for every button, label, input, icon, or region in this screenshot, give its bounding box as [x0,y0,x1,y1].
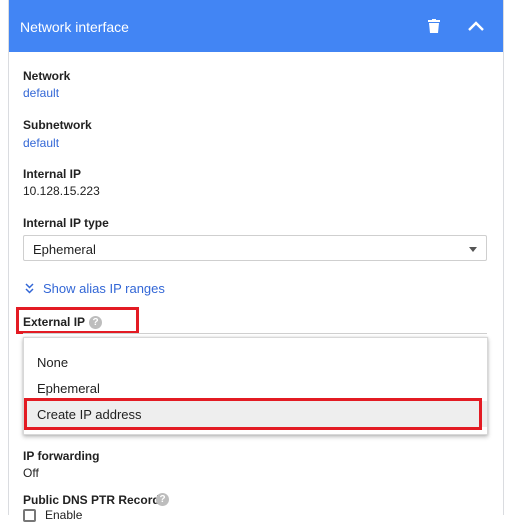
network-link[interactable]: default [23,86,59,100]
option-none[interactable]: None [24,349,487,375]
network-interface-panel: Network interface Network default Subnet… [8,0,504,522]
internal-ip-value: 10.128.15.223 [23,184,100,198]
chevron-up-icon [468,21,484,31]
panel-header: Network interface [9,0,503,52]
dropdown-caret-icon [469,247,477,252]
panel-title: Network interface [20,19,129,35]
internal-ip-type-label: Internal IP type [23,216,109,230]
collapse-button[interactable] [464,14,488,38]
option-label: None [37,355,69,370]
enable-label: Enable [45,508,83,522]
external-ip-select-edge [23,333,487,334]
subnetwork-link[interactable]: default [23,136,59,150]
create-ip-highlight [24,398,482,430]
show-alias-ip-ranges-link[interactable]: Show alias IP ranges [25,280,165,296]
internal-ip-label: Internal IP [23,167,82,181]
internal-ip-type-value: Ephemeral [33,242,96,257]
show-alias-label: Show alias IP ranges [43,280,165,296]
double-chevron-down-icon [25,282,34,294]
network-label: Network [23,69,71,83]
internal-ip-type-select[interactable]: Ephemeral [23,235,487,261]
enable-checkbox[interactable] [23,509,36,522]
delete-button[interactable] [422,14,446,38]
ip-forwarding-value: Off [23,466,39,480]
option-label: Ephemeral [37,381,100,396]
trash-icon [428,19,440,33]
ip-forwarding-label: IP forwarding [23,449,100,463]
subnetwork-label: Subnetwork [23,118,92,132]
public-dns-label: Public DNS PTR Record [23,493,160,507]
external-ip-highlight [16,307,139,334]
help-icon[interactable]: ? [156,493,169,506]
